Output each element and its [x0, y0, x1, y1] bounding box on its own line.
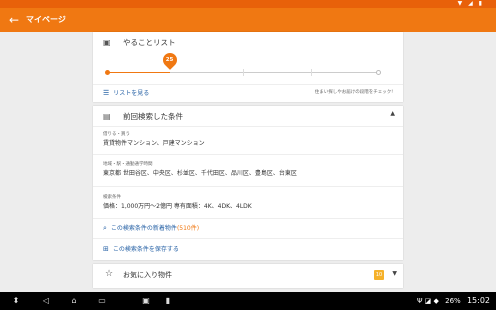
chevron-down-icon[interactable]: ▼	[392, 270, 397, 277]
search-title: 前回検索した条件	[123, 112, 183, 121]
section-value: 賃貸物件マンション、戸建マンション	[103, 140, 205, 147]
hide-keyboard-icon[interactable]: ⬍	[8, 294, 24, 308]
section-value: 東京都 世田谷区、中央区、杉並区、千代田区、品川区、豊島区、台東区	[103, 170, 297, 177]
save-search-icon: ⊞	[103, 245, 109, 253]
document-search-icon: ▤	[103, 112, 111, 121]
search-header[interactable]: ▤ 前回検索した条件	[103, 109, 183, 125]
battery-level: 26%	[445, 297, 461, 305]
progress-tick	[243, 69, 244, 76]
progress-start-dot	[105, 70, 110, 75]
status-icons: ▼ ◢ ▮	[457, 0, 484, 7]
list-icon: ☰	[103, 89, 110, 97]
clipboard-icon: ▣	[103, 38, 111, 47]
progress-marker-value: 25	[165, 57, 174, 63]
divider	[93, 238, 403, 239]
favorites-card[interactable]: ☆ お気に入り物件 10 ▼	[93, 264, 403, 288]
progress-end-dot	[376, 70, 381, 75]
view-list-link[interactable]: ☰ リストを見る	[103, 86, 149, 100]
section-label: 地域・駅・通勤通学時間	[103, 162, 153, 167]
notification-indicators: Ψ ◪ ◆	[416, 297, 439, 305]
system-tray: Ψ ◪ ◆ 26% 15:02	[413, 292, 490, 310]
collapse-caret-icon[interactable]: ▲	[390, 110, 395, 117]
status-bar: ▼ ◢ ▮	[0, 0, 496, 8]
new-listings-label: この検索条件の新着物件	[110, 225, 177, 232]
star-icon: ☆	[105, 269, 114, 279]
page-title: マイページ	[26, 15, 66, 24]
home-nav-icon[interactable]: ⌂	[66, 294, 82, 308]
clock: 15:02	[466, 296, 490, 305]
section-value: 価格：1,000万円〜2億円 専有面積：4K、4DK、4LDK	[103, 203, 252, 210]
progress-tick	[311, 69, 312, 76]
back-arrow-icon[interactable]: ←	[6, 12, 22, 28]
todo-header: ▣ やることリスト	[103, 36, 176, 50]
divider	[93, 126, 403, 127]
divider	[93, 218, 403, 219]
small-app-icon[interactable]: ▮	[160, 294, 176, 308]
section-label: 検索条件	[103, 195, 121, 200]
divider	[93, 84, 403, 85]
divider	[93, 186, 403, 187]
new-listings-count: (510件)	[176, 225, 200, 232]
system-nav-bar: ⬍ ◁ ⌂ ▭ ▣ ▮ Ψ ◪ ◆ 26% 15:02	[0, 292, 496, 310]
todo-hint: 住まい探しやお届けの段階をチェック!	[314, 90, 393, 95]
todo-card: ▣ やることリスト 25 ☰ リストを見る 住まい探しやお届けの段階をチェック!	[93, 32, 403, 102]
recent-apps-icon[interactable]: ▭	[94, 294, 110, 308]
todo-progress-fill	[107, 72, 170, 73]
view-list-label: リストを見る	[113, 90, 150, 97]
back-nav-icon[interactable]: ◁	[38, 294, 54, 308]
save-search-link[interactable]: ⊞ この検索条件を保存する	[103, 244, 179, 253]
search-icon: ⌕	[103, 224, 107, 232]
screenshot-icon[interactable]: ▣	[138, 294, 154, 308]
favorites-count-badge: 10	[374, 270, 384, 280]
favorites-title: お気に入り物件	[123, 271, 172, 279]
app-bar: ← マイページ	[0, 8, 496, 32]
save-search-label: この検索条件を保存する	[112, 246, 179, 253]
previous-search-card: ▤ 前回検索した条件 ▲ 借りる・買う 賃貸物件マンション、戸建マンション 地域・…	[93, 106, 403, 260]
todo-progress-track	[105, 69, 381, 76]
section-label: 借りる・買う	[103, 132, 130, 137]
todo-title: やることリスト	[123, 38, 176, 47]
divider	[93, 154, 403, 155]
new-listings-link[interactable]: ⌕ この検索条件の新着物件(510件)	[103, 223, 199, 233]
